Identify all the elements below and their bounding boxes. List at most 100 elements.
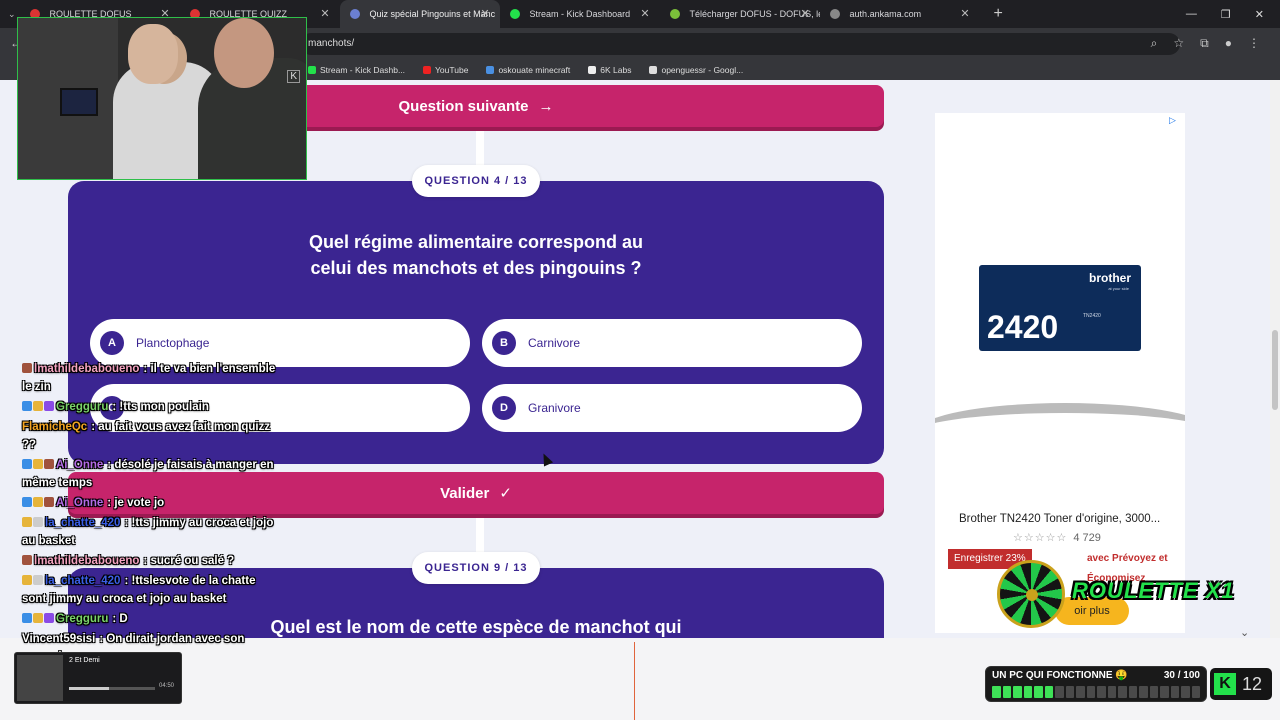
bookmark-label: Stream - Kick Dashb... [320, 65, 406, 75]
bookmark-item[interactable]: Stream - Kick Dashb... [308, 65, 405, 75]
bookmark-item[interactable]: openguessr - Googl... [649, 65, 743, 75]
bookmark-label: openguessr - Googl... [661, 65, 744, 75]
chat-badge-icon [22, 363, 32, 373]
extensions-icon[interactable]: ⧉ [1200, 36, 1209, 51]
product-image: brother at your side 2420 TN2420 [979, 265, 1141, 351]
goal-segment [1044, 686, 1053, 698]
page-scrollbar[interactable] [1270, 80, 1280, 638]
chat-username[interactable]: Vincent59sisi [22, 633, 95, 645]
chat-username[interactable]: la_chatte_420 [45, 575, 120, 587]
chat-message: lmathildebaboueno: il te va bien l'ensem… [22, 360, 282, 396]
tab-list-icon[interactable]: ⌄ [8, 9, 16, 20]
browser-tab[interactable]: Stream - Kick Dashboard ✕ [500, 0, 660, 28]
question-line: Quel régime alimentaire correspond au [308, 232, 644, 252]
goal-segment [1118, 686, 1127, 698]
browser-tab[interactable]: auth.ankama.com ✕ [820, 0, 980, 28]
answer-text: Granivore [528, 401, 581, 415]
chat-message: lmathildebaboueno: sucré ou salé ? [22, 552, 282, 570]
answer-letter: A [100, 331, 124, 355]
ad-title[interactable]: Brother TN2420 Toner d'origine, 3000... [959, 513, 1179, 525]
close-tab-icon[interactable]: ✕ [480, 7, 489, 20]
browser-tab[interactable]: Télécharger DOFUS - DOFUS, le ✕ [660, 0, 820, 28]
close-tab-icon[interactable]: ✕ [640, 7, 649, 20]
chat-badge-icon [33, 401, 43, 411]
goal-segment [1128, 686, 1137, 698]
goal-segment [1002, 686, 1011, 698]
roulette-hub [1026, 589, 1038, 601]
close-tab-icon[interactable]: ✕ [960, 7, 969, 20]
chat-badge-icon [33, 517, 43, 527]
chat-username[interactable]: lmathildebaboueno [34, 555, 139, 567]
chat-badges [22, 497, 54, 507]
goal-segment [1023, 686, 1032, 698]
chat-badge-icon [44, 401, 54, 411]
chat-message: la_chatte_420: !ttslesvote de la chatte … [22, 572, 282, 608]
new-tab-icon[interactable]: + [994, 5, 1003, 23]
chat-username[interactable]: la_chatte_420 [45, 517, 120, 529]
goal-segment [1107, 686, 1116, 698]
chat-badge-icon [22, 613, 32, 623]
goal-segment [1034, 686, 1043, 698]
url-field[interactable]: manchots/ [300, 33, 1180, 55]
now-playing-widget: 2 Et Demi 04:50 [14, 652, 182, 704]
bookmark-favicon-icon [649, 66, 658, 74]
product-brand-sub: at your side [1108, 286, 1129, 291]
address-icons: ⌕ ☆ ⧉ ● ⋮ [1151, 36, 1260, 51]
bookmark-favicon-icon [308, 66, 316, 74]
zoom-icon[interactable]: ⌕ [1151, 36, 1158, 51]
profile-icon[interactable]: ● [1225, 36, 1232, 51]
chat-message: la_chatte_420: !tts jimmy au croca et jo… [22, 514, 282, 550]
arrow-right-icon: → [538, 97, 554, 115]
ad-rating: ☆☆☆☆☆ 4 729 [1013, 531, 1101, 545]
restore-icon[interactable]: ❐ [1221, 8, 1231, 21]
bookmark-item[interactable]: YouTube [423, 65, 468, 75]
kick-viewers: K 12 [1210, 668, 1272, 700]
chat-badges [22, 613, 54, 623]
scrollbar-thumb[interactable] [1272, 330, 1278, 410]
close-tab-icon[interactable]: ✕ [800, 7, 809, 20]
menu-icon[interactable]: ⋮ [1248, 36, 1260, 51]
question-number-badge: QUESTION 4 / 13 [412, 165, 540, 197]
tab-favicon-icon [829, 9, 840, 19]
chat-badges [22, 555, 32, 565]
track-progress [69, 687, 155, 690]
chat-message: Gregguru: !tts mon poulain [22, 398, 282, 416]
chat-badge-icon [22, 517, 32, 527]
bookmark-favicon-icon [588, 66, 597, 74]
album-cover [17, 655, 63, 701]
chat-badge-icon [22, 555, 32, 565]
goal-segment [1149, 686, 1158, 698]
bookmark-item[interactable]: 6K Labs [588, 65, 631, 75]
bookmark-favicon-icon [486, 66, 495, 74]
chat-username[interactable]: lmathildebaboueno [34, 363, 139, 375]
chat-username[interactable]: Ai_Onne [56, 497, 103, 509]
close-window-icon[interactable]: ✕ [1255, 8, 1264, 21]
minimize-icon[interactable]: — [1186, 8, 1197, 20]
goal-segment [1086, 686, 1095, 698]
ad-choices-icon[interactable]: ▷ [1169, 115, 1181, 127]
close-tab-icon[interactable]: ✕ [320, 7, 329, 20]
chat-text: !tts mon poulain [119, 401, 209, 413]
answer-option-b[interactable]: B Carnivore [482, 319, 862, 367]
tab-title: Quiz spécial Pingouins et Manc [369, 9, 496, 19]
question-number-badge: QUESTION 9 / 13 [412, 552, 540, 584]
chat-username[interactable]: Gregguru [56, 613, 108, 625]
bookmark-label: oskouate minecraft [498, 65, 571, 75]
answer-option-d[interactable]: D Granivore [482, 384, 862, 432]
bookmark-star-icon[interactable]: ☆ [1173, 36, 1184, 51]
chat-badge-icon [22, 401, 32, 411]
chat-badges [22, 459, 54, 469]
answer-text: Planctophage [136, 336, 210, 350]
bookmark-item[interactable]: oskouate minecraft [486, 65, 570, 75]
answer-text: Carnivore [528, 336, 581, 350]
kick-logo-icon: K [1214, 673, 1236, 695]
ad-banner[interactable]: ▷ brother at your side 2420 TN2420 Broth… [935, 113, 1185, 633]
browser-tab[interactable]: Quiz spécial Pingouins et Manc ✕ [339, 0, 500, 28]
question-line: celui des manchots et des pingouins ? [310, 258, 642, 278]
chat-username[interactable]: Ai_Onne [56, 459, 103, 471]
star-rating-icon: ☆☆☆☆☆ [1013, 532, 1068, 544]
divider-line [634, 642, 635, 720]
chat-username[interactable]: FlamicheQc [22, 421, 87, 433]
bookmark-favicon-icon [423, 66, 432, 74]
chat-username[interactable]: Gregguru [56, 401, 108, 413]
